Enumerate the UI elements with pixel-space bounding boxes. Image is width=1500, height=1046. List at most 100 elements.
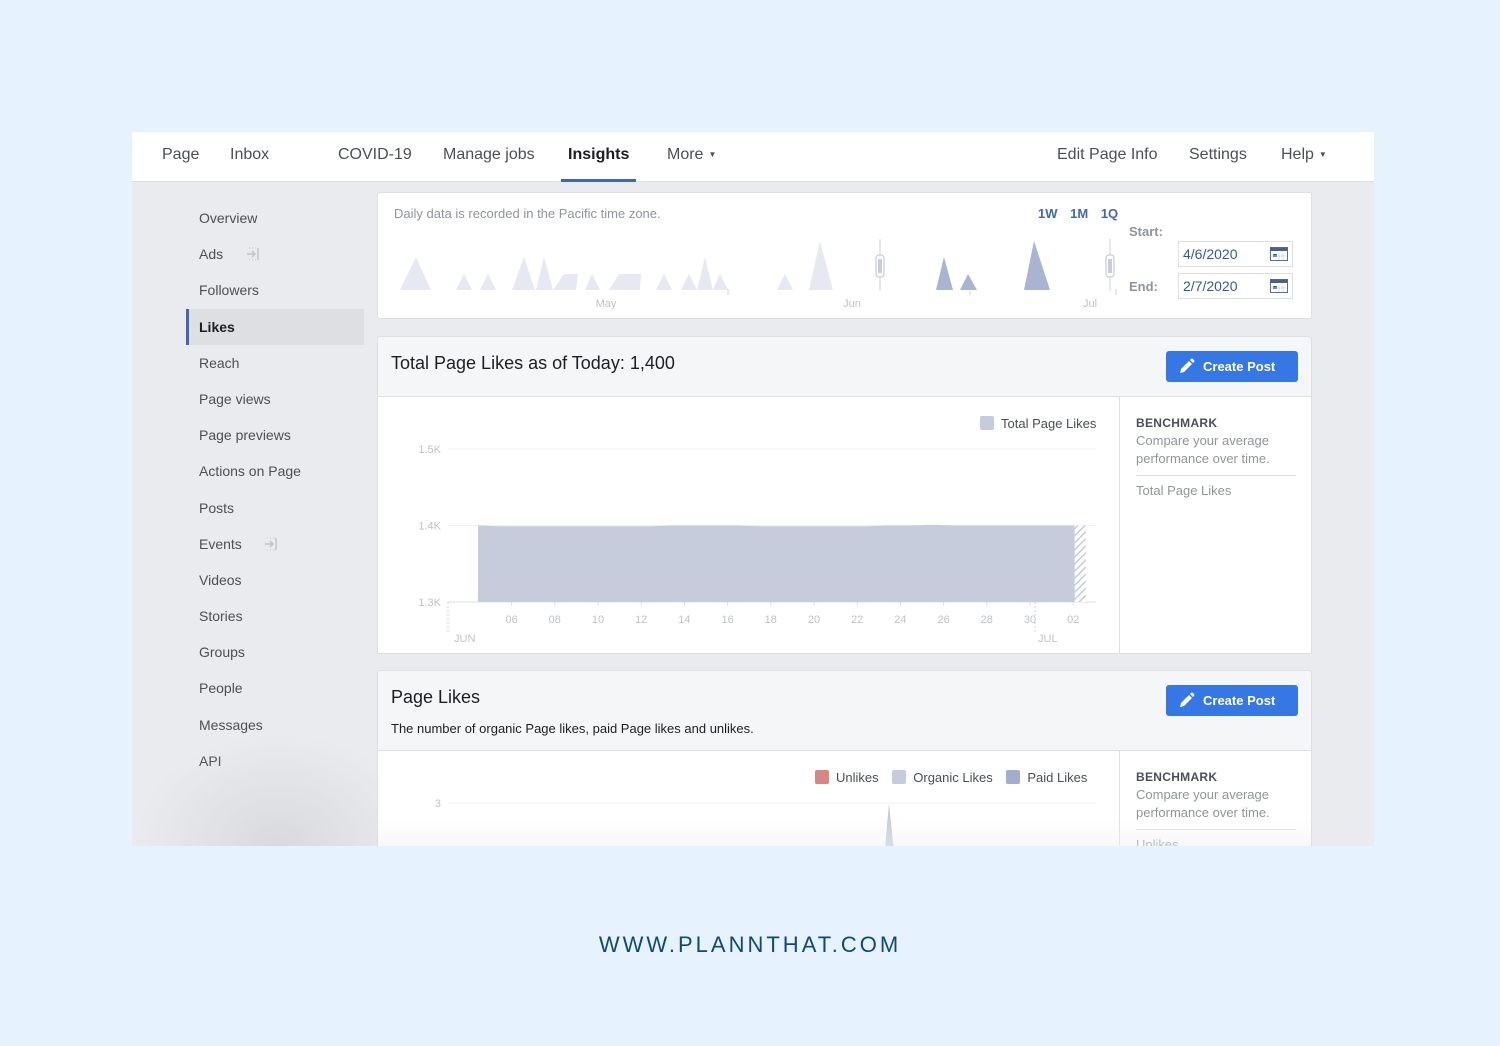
nav-help[interactable]: Help ▼ <box>1281 132 1327 182</box>
sidebar-item-groups[interactable]: Groups <box>186 634 364 670</box>
organic-likes-peak <box>885 803 894 846</box>
overview-peak <box>713 274 728 290</box>
overview-peaks <box>400 241 1050 290</box>
sidebar-item-overview[interactable]: Overview <box>186 200 364 236</box>
date-range-card: May Jun Jul Daily data is recorded in th… <box>377 192 1312 319</box>
sidebar-item-label: Stories <box>199 608 243 625</box>
sidebar-item-label: Overview <box>199 210 258 226</box>
overview-peak <box>809 241 833 290</box>
nav-settings[interactable]: Settings <box>1189 132 1247 182</box>
sidebar-item-followers[interactable]: Followers <box>186 272 364 308</box>
sidebar-item-people[interactable]: People <box>186 670 364 706</box>
sidebar-item-messages[interactable]: Messages <box>186 707 364 743</box>
sidebar-item-likes[interactable]: Likes <box>186 308 364 345</box>
x-tick-label: 24 <box>894 614 906 626</box>
month-label: May <box>596 298 617 310</box>
sidebar-item-label: Reach <box>199 354 240 371</box>
sidebar-item-label: Messages <box>199 716 263 733</box>
create-post-button[interactable]: Create Post <box>1166 351 1298 382</box>
x-tick-label: 16 <box>721 614 733 626</box>
nav-help-label: Help <box>1281 146 1314 164</box>
benchmark-description: Compare your average performance over ti… <box>1136 787 1270 820</box>
x-tick-label: 26 <box>937 614 949 626</box>
start-date-input[interactable]: 4/6/2020 <box>1178 241 1293 267</box>
month-label: Jun <box>843 298 861 310</box>
sidebar-item-label: Followers <box>199 282 259 299</box>
nav-edit-page-info[interactable]: Edit Page Info <box>1057 132 1158 182</box>
x-tick-label: 10 <box>592 614 604 626</box>
create-post-label: Create Post <box>1203 693 1276 708</box>
sidebar-item-ads[interactable]: Ads <box>186 236 364 272</box>
calendar-icon[interactable] <box>1270 279 1288 293</box>
pencil-icon <box>1180 692 1195 707</box>
sidebar-item-api[interactable]: API <box>186 743 364 779</box>
end-date-input[interactable]: 2/7/2020 <box>1178 273 1293 299</box>
sidebar-item-page-views[interactable]: Page views <box>186 381 364 417</box>
x-tick-label: 12 <box>635 614 647 626</box>
sidebar-item-label: Page views <box>199 390 271 407</box>
page-likes-title: Page Likes <box>391 687 481 707</box>
range-presets: 1W 1M 1Q <box>1038 206 1127 221</box>
benchmark-panel: BENCHMARK Compare your average performan… <box>1119 397 1312 653</box>
range-end-handle[interactable] <box>1105 239 1115 291</box>
nav-more[interactable]: More ▼ <box>667 132 716 182</box>
month-label: JUL <box>1038 633 1058 645</box>
overview-peak <box>656 274 672 290</box>
sidebar-item-label: Ads <box>199 246 224 263</box>
total-likes-chart-card: Total Page Likes 1.3K 1.4K 1.5K 06 08 10 12 14… <box>377 396 1312 654</box>
total-likes-title: Total Page Likes as of Today: 1,400 <box>391 353 675 373</box>
calendar-icon[interactable] <box>1270 247 1288 261</box>
overview-peak <box>536 257 553 290</box>
create-post-label: Create Post <box>1203 359 1276 374</box>
y-tick-label: 1.5K <box>418 444 441 456</box>
sidebar-item-label: Posts <box>199 499 235 516</box>
nav-manage-jobs[interactable]: Manage jobs <box>443 132 535 182</box>
pencil-icon <box>1180 358 1195 373</box>
sidebar-item-label: Page previews <box>199 427 291 444</box>
sidebar-item-label: Events <box>199 535 242 552</box>
preset-1w-button[interactable]: 1W <box>1038 206 1058 221</box>
nav-page[interactable]: Page <box>162 132 199 182</box>
insights-sidebar: Overview Ads Followers Likes Reach Page … <box>186 200 364 779</box>
sidebar-item-label: Groups <box>199 644 245 661</box>
sidebar-item-posts[interactable]: Posts <box>186 490 364 526</box>
page-likes-header: Page Likes The number of organic Page li… <box>377 670 1312 750</box>
overview-peak <box>456 274 472 290</box>
end-label: End: <box>1129 279 1158 294</box>
sidebar-item-events[interactable]: Events <box>186 526 364 562</box>
benchmark-description: Compare your average performance over ti… <box>1136 433 1270 466</box>
sidebar-item-stories[interactable]: Stories <box>186 598 364 634</box>
sidebar-item-page-previews[interactable]: Page previews <box>186 417 364 453</box>
sidebar-item-actions-on-page[interactable]: Actions on Page <box>186 453 364 489</box>
x-tick-label: 28 <box>981 614 993 626</box>
overview-peak <box>400 257 431 290</box>
overview-peak <box>585 274 600 290</box>
sidebar-item-label: Likes <box>199 318 235 335</box>
benchmark-panel: BENCHMARK Compare your average performan… <box>1119 751 1312 846</box>
create-post-button[interactable]: Create Post <box>1166 685 1298 716</box>
preset-1q-button[interactable]: 1Q <box>1101 206 1118 221</box>
sidebar-item-videos[interactable]: Videos <box>186 562 364 598</box>
sidebar-item-reach[interactable]: Reach <box>186 345 364 381</box>
footer-url[interactable]: WWW.PLANNTHAT.COM <box>0 932 1500 958</box>
overview-peak <box>553 274 578 290</box>
x-tick-label: 18 <box>765 614 777 626</box>
nav-covid-19[interactable]: COVID-19 <box>338 132 412 182</box>
page-likes-subtitle: The number of organic Page likes, paid P… <box>391 721 754 736</box>
nav-inbox[interactable]: Inbox <box>230 132 269 182</box>
benchmark-item-unlikes[interactable]: Unlikes <box>1136 837 1179 846</box>
benchmark-item-total-page-likes[interactable]: Total Page Likes <box>1136 483 1231 498</box>
sidebar-item-label: Actions on Page <box>199 463 301 480</box>
sidebar-item-label: Videos <box>199 571 242 588</box>
overview-peak <box>681 274 697 290</box>
divider <box>1136 829 1296 830</box>
x-tick-label: 14 <box>678 614 690 626</box>
overview-peak <box>936 257 953 290</box>
nav-insights[interactable]: Insights <box>560 132 637 182</box>
y-tick-label: 1.3K <box>418 597 441 609</box>
total-likes-header: Total Page Likes as of Today: 1,400 Crea… <box>377 336 1312 397</box>
sidebar-item-label: People <box>199 680 243 697</box>
preset-1m-button[interactable]: 1M <box>1070 206 1088 221</box>
caret-down-icon: ▼ <box>708 150 717 159</box>
range-start-handle[interactable] <box>875 239 885 291</box>
